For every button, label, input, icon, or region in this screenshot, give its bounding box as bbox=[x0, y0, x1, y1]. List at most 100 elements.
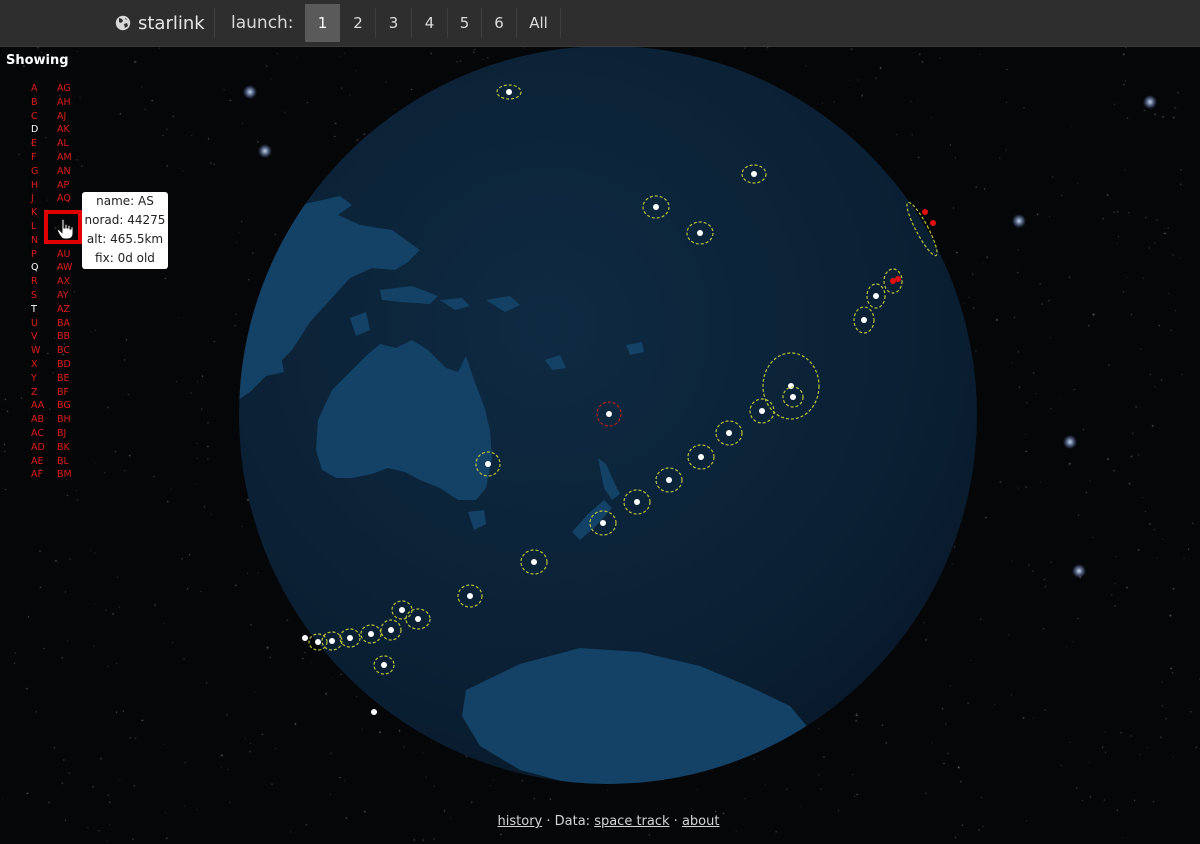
satellite-marker[interactable] bbox=[371, 709, 377, 715]
satellite-toggle[interactable]: W bbox=[31, 344, 45, 358]
satellite-toggle[interactable]: S bbox=[31, 289, 45, 303]
satellite-marker[interactable] bbox=[726, 430, 732, 436]
satellite-toggle[interactable]: K bbox=[31, 206, 45, 220]
satellite-marker[interactable] bbox=[930, 220, 936, 226]
satellite-marker[interactable] bbox=[302, 635, 308, 641]
satellite-toggle[interactable]: BD bbox=[57, 358, 72, 372]
earth-globe-view[interactable] bbox=[0, 0, 1200, 844]
satellite-toggle[interactable]: X bbox=[31, 358, 45, 372]
satellite-toggle[interactable]: AL bbox=[57, 137, 72, 151]
satellite-toggle[interactable]: V bbox=[31, 330, 45, 344]
satellite-toggle[interactable]: BK bbox=[57, 441, 72, 455]
satellite-marker[interactable] bbox=[790, 394, 796, 400]
satellite-marker[interactable] bbox=[388, 627, 394, 633]
satellite-toggle[interactable]: AF bbox=[31, 468, 45, 482]
satellite-toggle[interactable]: AP bbox=[57, 179, 72, 193]
satellite-marker[interactable] bbox=[606, 411, 612, 417]
satellite-toggle[interactable]: AN bbox=[57, 165, 72, 179]
satellite-marker[interactable] bbox=[415, 616, 421, 622]
satellite-marker[interactable] bbox=[895, 276, 901, 282]
satellite-toggle[interactable]: AG bbox=[57, 82, 72, 96]
satellite-toggle[interactable]: AA bbox=[31, 399, 45, 413]
satellite-toggle[interactable]: C bbox=[31, 110, 45, 124]
launch-button-3[interactable]: 3 bbox=[376, 4, 411, 42]
satellite-toggle[interactable]: BH bbox=[57, 413, 72, 427]
satellite-marker[interactable] bbox=[347, 635, 353, 641]
satellite-toggle[interactable]: BF bbox=[57, 386, 72, 400]
satellite-toggle[interactable]: AU bbox=[57, 248, 72, 262]
satellite-marker[interactable] bbox=[399, 607, 405, 613]
satellite-toggle[interactable]: Z bbox=[31, 386, 45, 400]
launch-button-4[interactable]: 4 bbox=[412, 4, 447, 42]
satellite-marker[interactable] bbox=[329, 638, 335, 644]
satellite-toggle[interactable]: Q bbox=[31, 261, 45, 275]
satellite-toggle[interactable]: E bbox=[31, 137, 45, 151]
satellite-toggle[interactable]: BJ bbox=[57, 427, 72, 441]
satellite-toggle[interactable]: BA bbox=[57, 317, 72, 331]
satellite-toggle[interactable]: Y bbox=[31, 372, 45, 386]
satellite-toggle[interactable]: AK bbox=[57, 123, 72, 137]
launch-button-2[interactable]: 2 bbox=[341, 4, 375, 42]
satellite-toggle[interactable]: AY bbox=[57, 289, 72, 303]
satellite-toggle[interactable]: BG bbox=[57, 399, 72, 413]
satellite-toggle[interactable]: BL bbox=[57, 455, 72, 469]
satellite-marker[interactable] bbox=[861, 317, 867, 323]
satellite-toggle[interactable]: AB bbox=[31, 413, 45, 427]
satellite-marker[interactable] bbox=[531, 559, 537, 565]
launch-button-1[interactable]: 1 bbox=[305, 4, 340, 42]
hand-pointer-cursor-icon bbox=[56, 218, 74, 240]
tooltip-norad: norad: 44275 bbox=[84, 213, 166, 227]
satellite-toggle[interactable]: A bbox=[31, 82, 45, 96]
satellite-toggle[interactable]: P bbox=[31, 248, 45, 262]
satellite-toggle[interactable]: BM bbox=[57, 468, 72, 482]
satellite-marker[interactable] bbox=[873, 293, 879, 299]
satellite-toggle[interactable]: AM bbox=[57, 151, 72, 165]
satellite-toggle[interactable]: AC bbox=[31, 427, 45, 441]
satellite-toggle[interactable]: AW bbox=[57, 261, 72, 275]
satellite-marker[interactable] bbox=[653, 204, 659, 210]
satellite-toggle[interactable]: L bbox=[31, 220, 45, 234]
satellite-marker[interactable] bbox=[506, 89, 512, 95]
satellite-toggle[interactable]: H bbox=[31, 179, 45, 193]
satellite-toggle[interactable]: AH bbox=[57, 96, 72, 110]
satellite-toggle[interactable]: N bbox=[31, 234, 45, 248]
satellite-toggle[interactable]: B bbox=[31, 96, 45, 110]
history-link[interactable]: history bbox=[498, 814, 543, 829]
satellite-marker[interactable] bbox=[368, 631, 374, 637]
satellite-marker[interactable] bbox=[666, 477, 672, 483]
satellite-toggle[interactable]: AD bbox=[31, 441, 45, 455]
satellite-toggle[interactable]: J bbox=[31, 192, 45, 206]
satellite-marker[interactable] bbox=[922, 209, 928, 215]
satellite-marker[interactable] bbox=[485, 461, 491, 467]
satellite-toggle[interactable]: G bbox=[31, 165, 45, 179]
satellite-marker[interactable] bbox=[381, 662, 387, 668]
satellite-toggle[interactable]: AZ bbox=[57, 303, 72, 317]
satellite-marker[interactable] bbox=[698, 454, 704, 460]
satellite-toggle[interactable]: BC bbox=[57, 344, 72, 358]
satellite-marker[interactable] bbox=[697, 230, 703, 236]
satellite-toggle[interactable]: AJ bbox=[57, 110, 72, 124]
satellite-toggle[interactable]: U bbox=[31, 317, 45, 331]
satellite-marker[interactable] bbox=[759, 408, 765, 414]
space-track-link[interactable]: space track bbox=[594, 814, 669, 829]
satellite-marker[interactable] bbox=[751, 171, 757, 177]
satellite-toggle[interactable]: D bbox=[31, 123, 45, 137]
launch-button-5[interactable]: 5 bbox=[448, 4, 481, 42]
satellite-toggle[interactable]: T bbox=[31, 303, 45, 317]
satellite-marker[interactable] bbox=[315, 639, 321, 645]
tooltip-altitude: alt: 465.5km bbox=[86, 232, 164, 246]
satellite-toggle[interactable]: AE bbox=[31, 455, 45, 469]
satellite-toggle[interactable]: AX bbox=[57, 275, 72, 289]
satellite-toggle[interactable]: R bbox=[31, 275, 45, 289]
launch-button-all[interactable]: All bbox=[517, 4, 560, 42]
satellite-marker[interactable] bbox=[467, 593, 473, 599]
brand[interactable]: starlink bbox=[115, 0, 205, 46]
about-link[interactable]: about bbox=[682, 814, 720, 829]
satellite-toggle[interactable]: BB bbox=[57, 330, 72, 344]
satellite-marker[interactable] bbox=[634, 499, 640, 505]
satellite-marker[interactable] bbox=[600, 520, 606, 526]
satellite-toggle[interactable]: AQ bbox=[57, 192, 72, 206]
satellite-toggle[interactable]: F bbox=[31, 151, 45, 165]
launch-button-6[interactable]: 6 bbox=[482, 4, 516, 42]
satellite-toggle[interactable]: BE bbox=[57, 372, 72, 386]
